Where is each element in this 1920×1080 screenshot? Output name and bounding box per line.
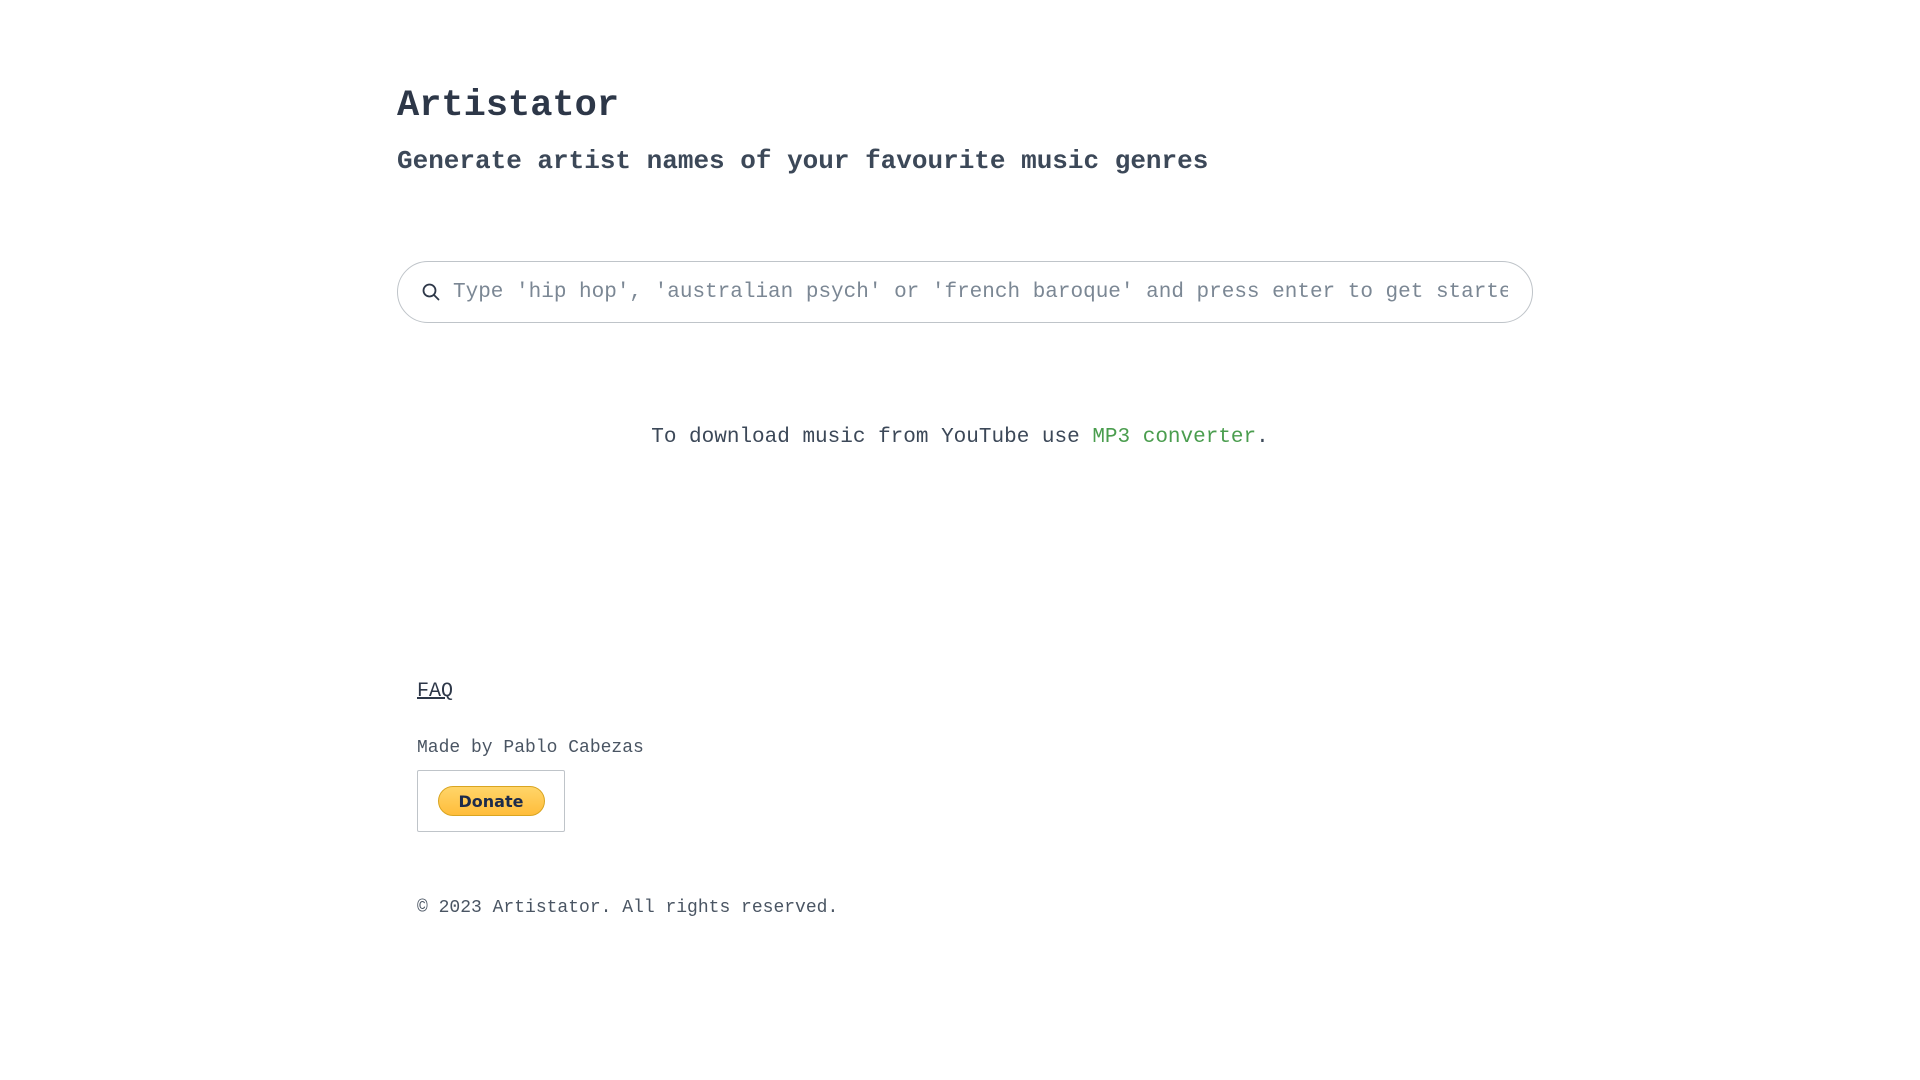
promo-text-after: . [1256, 426, 1269, 449]
header: Artistator Generate artist names of your… [397, 78, 1208, 186]
promo-text-before: To download music from YouTube use [651, 426, 1093, 449]
mp3-converter-link[interactable]: MP3 converter [1092, 426, 1256, 449]
faq-link[interactable]: FAQ [417, 676, 453, 708]
promo-text: To download music from YouTube use MP3 c… [0, 422, 1920, 454]
search-icon [421, 282, 441, 302]
page: Artistator Generate artist names of your… [0, 0, 1920, 1080]
page-subtitle: Generate artist names of your favourite … [397, 146, 1209, 176]
donate-container: Donate [417, 770, 565, 832]
search-input[interactable] [453, 272, 1508, 312]
footer: FAQ Made by Pablo Cabezas Donate © 2023 … [417, 676, 838, 922]
search-bar[interactable] [397, 261, 1533, 323]
made-by-text: Made by Pablo Cabezas [417, 738, 644, 758]
copyright-text: © 2023 Artistator. All rights reserved. [417, 898, 839, 918]
page-title: Artistator [397, 85, 620, 127]
donate-button[interactable]: Donate [437, 786, 545, 816]
